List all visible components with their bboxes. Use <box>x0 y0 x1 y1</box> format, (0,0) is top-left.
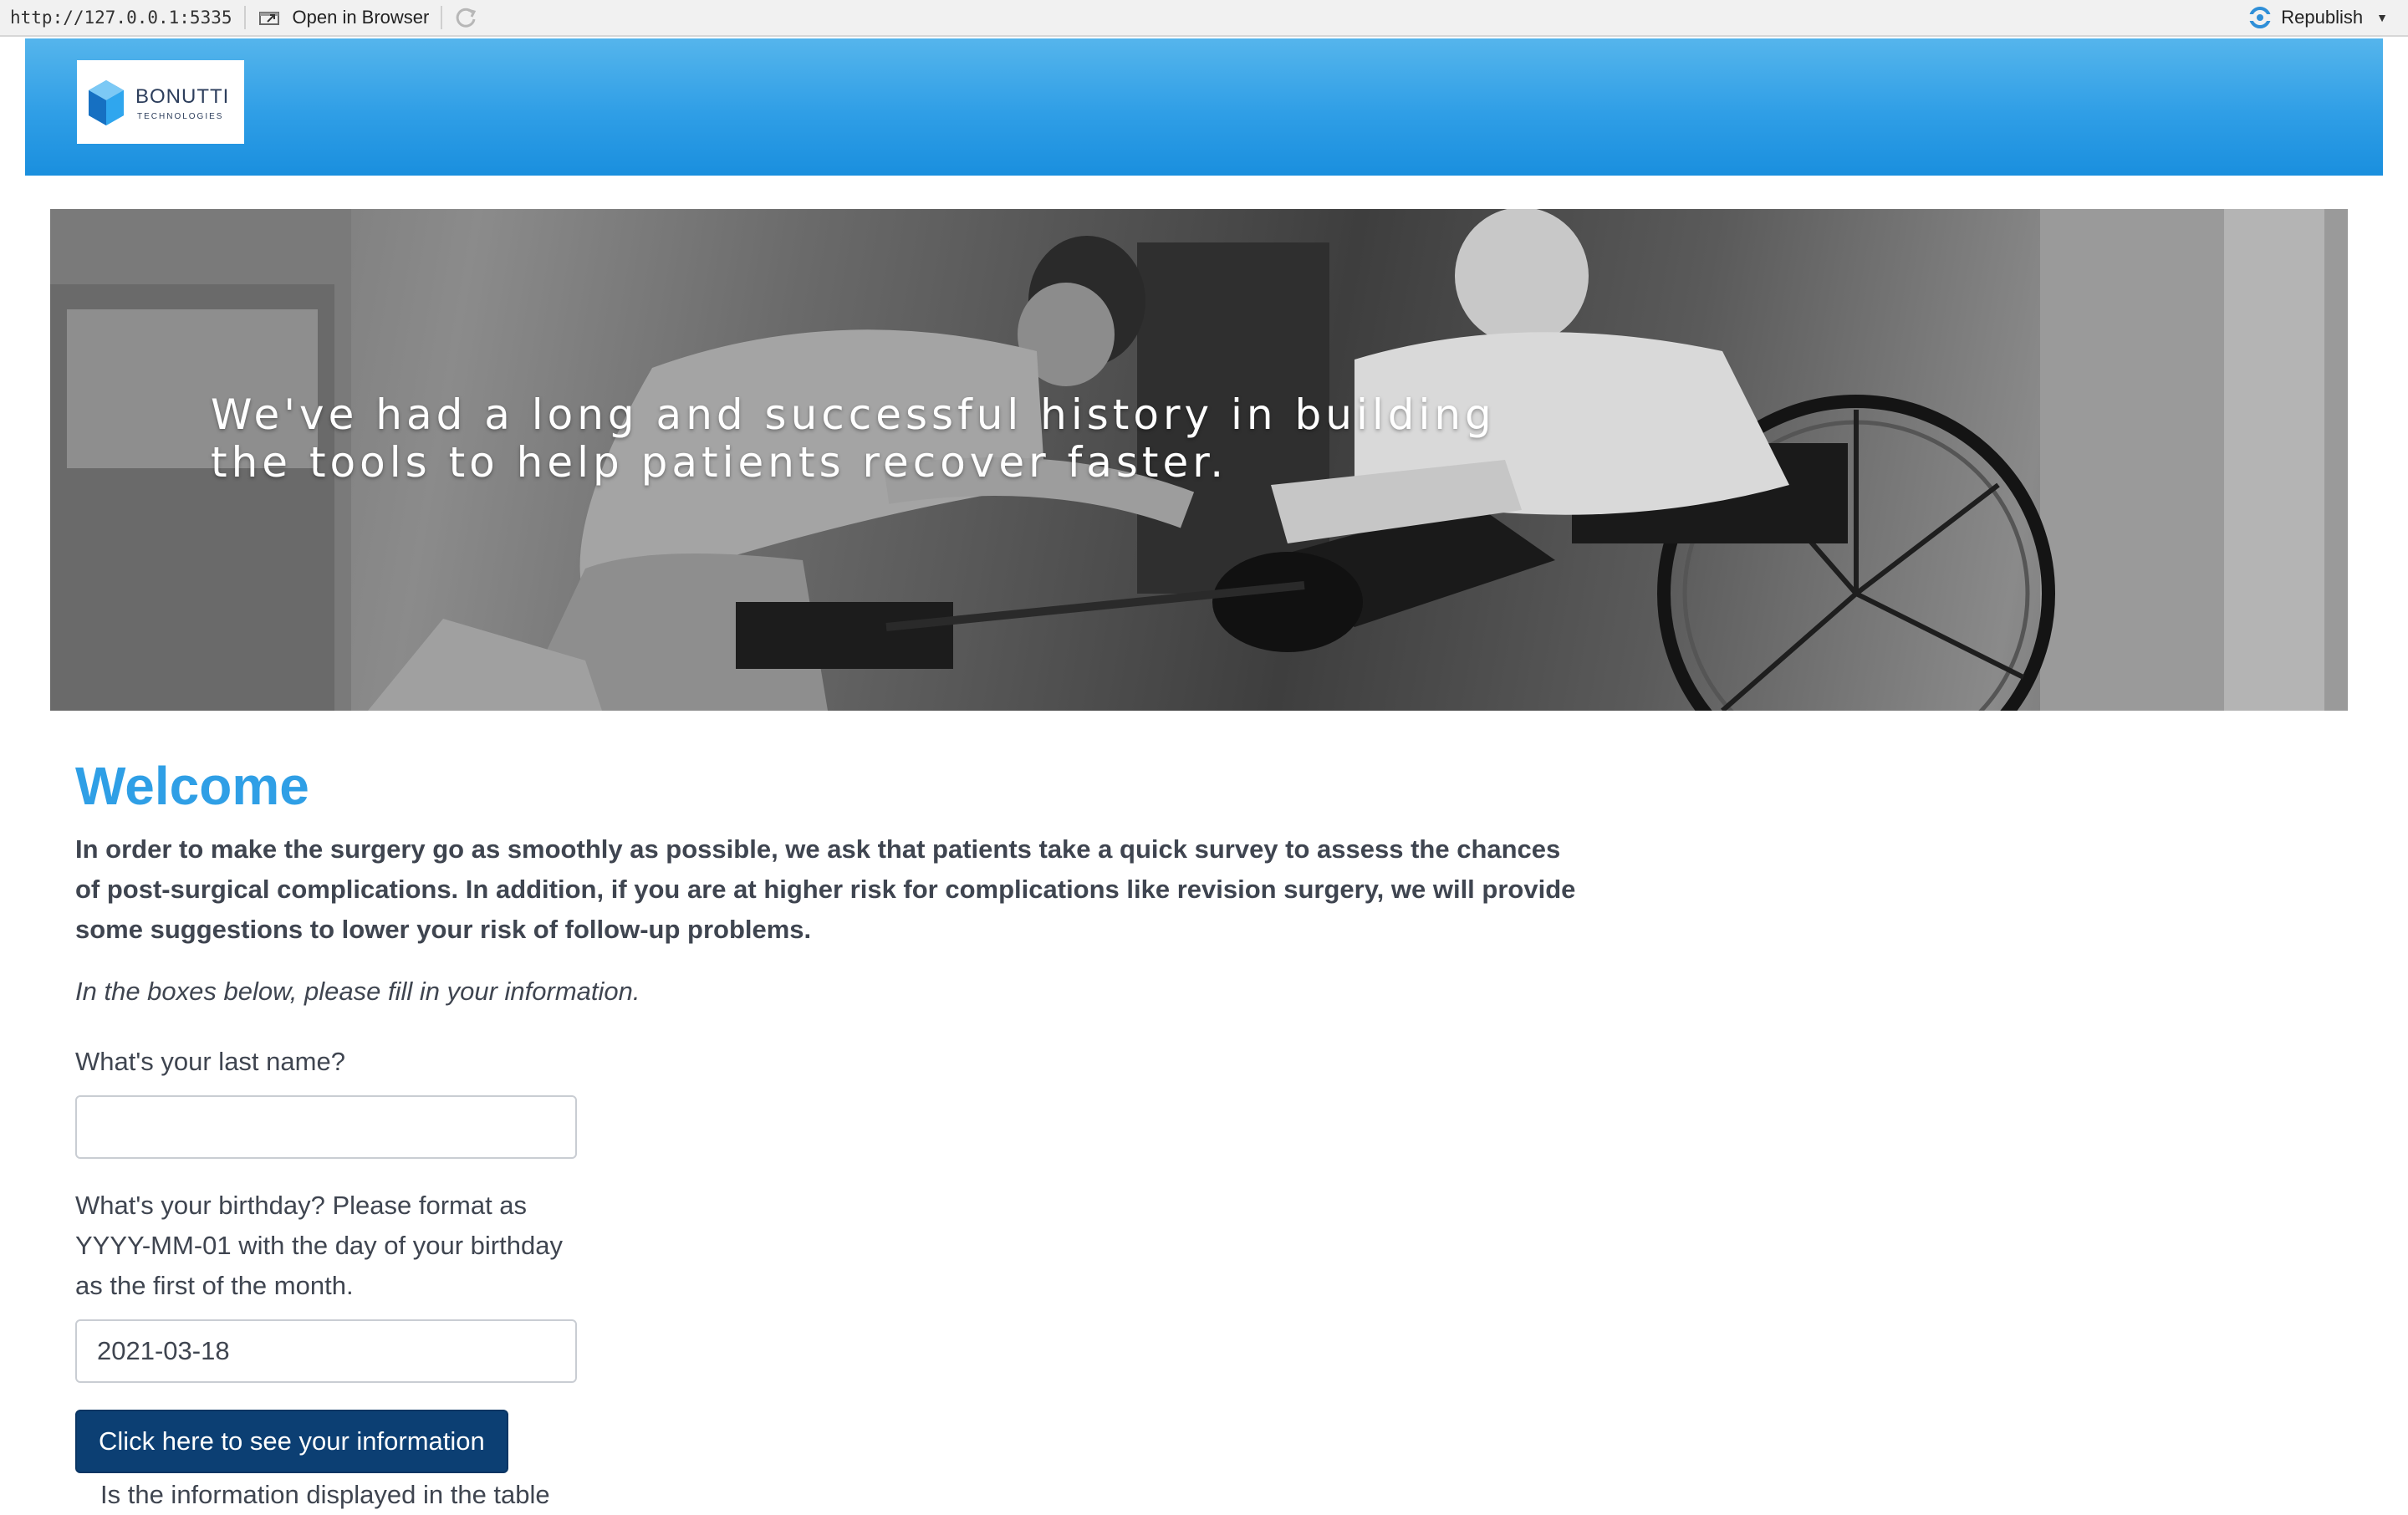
open-in-browser-button[interactable]: Open in Browser <box>258 7 430 28</box>
republish-button[interactable]: Republish ▼ <box>2246 6 2388 29</box>
logo-name: BONUTTI <box>135 85 230 108</box>
open-in-browser-label: Open in Browser <box>292 7 430 28</box>
instructions-text: In the boxes below, please fill in your … <box>75 977 640 1006</box>
site-header: BONUTTI TECHNOLOGIES <box>25 38 2383 176</box>
republish-label: Republish <box>2281 7 2364 28</box>
url-display[interactable]: http://127.0.0.1:5335 <box>10 8 232 28</box>
company-logo[interactable]: BONUTTI TECHNOLOGIES <box>77 60 244 144</box>
toolbar-divider <box>441 6 443 29</box>
open-browser-icon <box>258 12 279 25</box>
logo-subtitle: TECHNOLOGIES <box>137 112 224 121</box>
see-information-button[interactable]: Click here to see your information <box>75 1410 508 1473</box>
hero-tagline: We've had a long and successful history … <box>211 390 1496 487</box>
last-name-input[interactable] <box>75 1095 577 1159</box>
confirmation-question: Is the information displayed in the tabl… <box>100 1480 550 1509</box>
hexagon-logo-icon <box>89 80 124 125</box>
last-name-label: What's your last name? <box>75 1047 345 1076</box>
toolbar-divider <box>243 6 246 29</box>
hero-banner: We've had a long and successful history … <box>50 209 2348 711</box>
intro-paragraph: In order to make the surgery go as smoot… <box>75 834 1576 944</box>
republish-icon <box>2247 7 2273 28</box>
refresh-icon <box>457 8 477 28</box>
viewer-toolbar: http://127.0.0.1:5335 Open in Browser Re… <box>0 0 2408 37</box>
page-title: Welcome <box>75 756 309 816</box>
refresh-button[interactable] <box>454 5 479 30</box>
chevron-down-icon[interactable]: ▼ <box>2376 11 2388 24</box>
birthday-label: What's your birthday? Please format as Y… <box>75 1191 563 1300</box>
birthday-input[interactable] <box>75 1319 577 1383</box>
